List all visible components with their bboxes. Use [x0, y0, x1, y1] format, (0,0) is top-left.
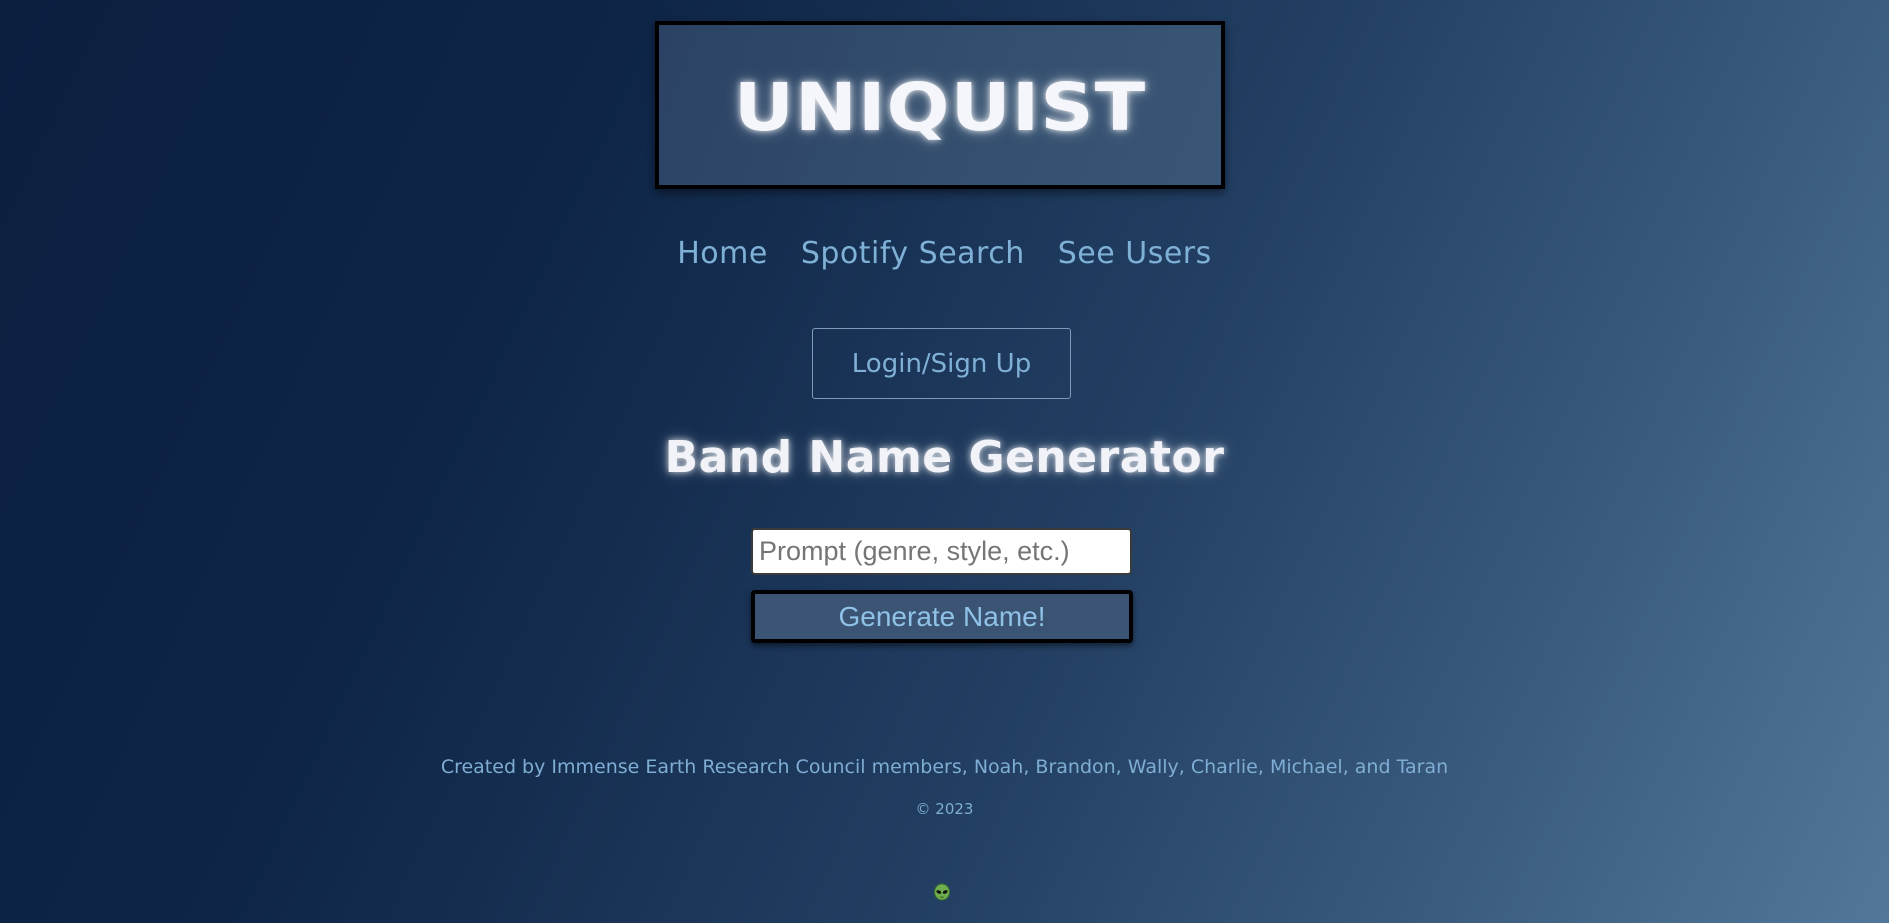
login-signup-button[interactable]: Login/Sign Up	[812, 328, 1071, 399]
site-logo[interactable]: UNIQUIST	[655, 21, 1225, 189]
generate-name-button[interactable]: Generate Name!	[751, 590, 1133, 643]
generator-title: Band Name Generator	[664, 432, 1225, 483]
alien-icon	[934, 883, 950, 901]
prompt-input[interactable]	[751, 528, 1132, 575]
main-nav: Home Spotify Search See Users	[0, 236, 1889, 271]
logo-text: UNIQUIST	[733, 68, 1147, 146]
nav-link-home[interactable]: Home	[677, 236, 768, 271]
footer-credit: Created by Immense Earth Research Counci…	[440, 756, 1449, 778]
footer-copyright: © 2023	[915, 800, 974, 818]
nav-link-spotify-search[interactable]: Spotify Search	[801, 236, 1025, 271]
nav-link-see-users[interactable]: See Users	[1058, 236, 1212, 271]
